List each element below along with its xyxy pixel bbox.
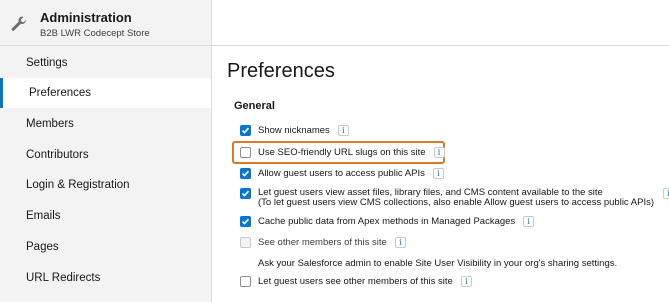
checkbox-guest-public-apis[interactable] [240,168,251,179]
info-icon[interactable]: i [394,237,406,248]
option-label: Allow guest users to access public APIs [258,168,425,180]
visibility-note: Ask your Salesforce admin to enable Site… [258,258,618,269]
sidebar-item-pages[interactable]: Pages [0,232,211,262]
sidebar-item-preferences[interactable]: Preferences [0,78,211,108]
option-label-line2: (To let guest users view CMS collections… [258,197,655,208]
checkbox-cache-apex[interactable] [240,216,251,227]
checkbox-guest-view-assets[interactable] [240,188,251,199]
info-icon[interactable]: i [433,147,445,158]
app-subtitle: B2B LWR Codecept Store [40,28,150,39]
sidebar-item-url-redirects[interactable]: URL Redirects [0,263,211,293]
sidebar-item-login-registration[interactable]: Login & Registration [0,170,211,200]
option-label: Let guest users see other members of thi… [258,276,453,288]
checkbox-seo-friendly-url[interactable] [240,147,251,158]
page-title: Preferences [227,60,335,82]
info-icon[interactable]: i [663,188,669,199]
wrench-icon [10,15,28,33]
option-label: Cache public data from Apex methods in M… [258,216,516,228]
option-label: Show nicknames [258,125,330,137]
sidebar-item-settings[interactable]: Settings [0,48,211,78]
option-label: See other members of this site [258,237,387,249]
sidebar: Administration B2B LWR Codecept Store Se… [0,0,212,302]
sidebar-item-contributors[interactable]: Contributors [0,140,211,170]
option-label: Use SEO-friendly URL slugs on this site [258,147,426,159]
info-icon[interactable]: i [337,125,349,136]
checkbox-show-nicknames[interactable] [240,125,251,136]
sidebar-item-emails[interactable]: Emails [0,201,211,231]
app-title: Administration [40,10,132,25]
app-header: Administration B2B LWR Codecept Store [0,0,212,46]
sidebar-item-members[interactable]: Members [0,109,211,139]
checkbox-see-other-members [240,237,251,248]
info-icon[interactable]: i [460,276,472,287]
info-icon[interactable]: i [432,168,444,179]
top-bar [212,0,669,46]
section-title: General [234,100,275,112]
info-icon[interactable]: i [523,216,535,227]
checkbox-guest-see-members[interactable] [240,276,251,287]
